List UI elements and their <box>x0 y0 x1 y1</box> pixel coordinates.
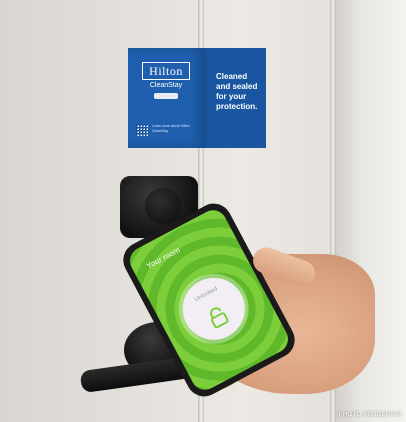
partner-logo <box>154 93 178 99</box>
qr-code <box>136 124 148 136</box>
hilton-logo: Hilton <box>142 62 190 80</box>
deadbolt-cylinder <box>145 188 181 224</box>
sign-message: Cleaned and sealed for your protection. <box>216 72 258 111</box>
sign-front-panel: Hilton CleanStay Learn more about Hilton… <box>128 48 206 148</box>
unlock-button[interactable]: Unlocked <box>171 266 256 351</box>
sign-fine-print: Learn more about Hilton CleanStay <box>152 124 190 133</box>
cleanstay-wordmark: CleanStay <box>149 82 183 89</box>
sign-side-panel: Cleaned and sealed for your protection. <box>206 48 266 148</box>
lock-icon <box>210 307 229 329</box>
screen-title: Your room <box>144 245 182 271</box>
unlock-label: Unlocked <box>193 286 219 304</box>
cleanstay-seal-sign: Hilton CleanStay Learn more about Hilton… <box>128 48 266 148</box>
photo-caption: PHOTO RENDERING <box>338 412 402 418</box>
photo-scene: Hilton CleanStay Learn more about Hilton… <box>0 0 406 422</box>
